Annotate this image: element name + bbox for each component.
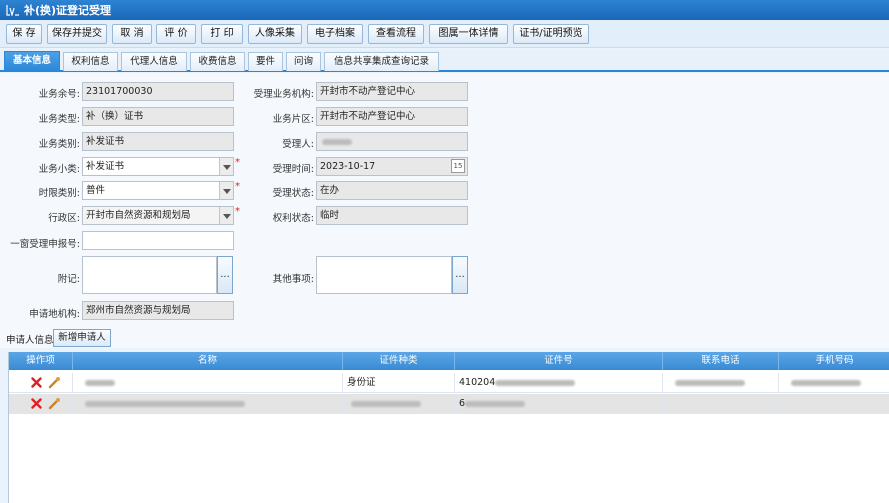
- applicant-table: 操作项 名称 证件种类 证件号 联系电话 手机号码 身份证 410204 6: [8, 352, 889, 503]
- chevron-down-icon[interactable]: [219, 158, 233, 175]
- onewindow-input[interactable]: [82, 231, 234, 250]
- col-name: 名称: [73, 352, 343, 370]
- tab-fee-info[interactable]: 收费信息: [190, 52, 245, 71]
- business-no-label: 业务余号:: [38, 89, 80, 100]
- edit-icon[interactable]: [48, 397, 61, 410]
- view-flow-button[interactable]: 查看流程: [368, 24, 424, 44]
- cert-no-prefix: 410204: [459, 377, 496, 388]
- col-actions: 操作项: [9, 352, 73, 370]
- tab-basic-info[interactable]: 基本信息: [4, 51, 60, 72]
- tab-documents[interactable]: 要件: [248, 52, 283, 71]
- evaluate-button[interactable]: 评 价: [156, 24, 196, 44]
- acceptor-field: [316, 132, 468, 151]
- tab-inquiry[interactable]: 问询: [286, 52, 321, 71]
- applicant-bar: 申请人信息 新增申请人: [0, 328, 889, 348]
- col-cert-type: 证件种类: [343, 352, 455, 370]
- other-items-more-button[interactable]: ...: [452, 256, 468, 294]
- add-applicant-button[interactable]: 新增申请人: [53, 329, 111, 347]
- cell-name: [73, 394, 343, 414]
- calendar-icon[interactable]: 15: [451, 159, 465, 173]
- delete-icon[interactable]: [31, 377, 42, 388]
- window-title: 补(换)证登记受理: [24, 4, 112, 17]
- accept-time-field[interactable]: 2023-10-17 15: [316, 157, 468, 176]
- right-status-field: 临时: [316, 206, 468, 225]
- other-items-label: 其他事项:: [272, 274, 314, 285]
- region-value: 开封市自然资源和规划局: [86, 210, 191, 221]
- required-mark: *: [235, 157, 240, 168]
- cert-preview-button[interactable]: 证书/证明预览: [513, 24, 589, 44]
- cell-mobile: [779, 394, 889, 414]
- region-select[interactable]: 开封市自然资源和规划局: [82, 206, 234, 225]
- toolbar: 保 存 保存并提交 取 消 评 价 打 印 人像采集 电子档案 查看流程 图属一…: [0, 20, 889, 48]
- cell-mobile: [779, 373, 889, 393]
- applicant-info-label: 申请人信息: [6, 335, 54, 346]
- cell-phone: [663, 373, 779, 393]
- time-limit-select[interactable]: 普件: [82, 181, 234, 200]
- title-bar: 补(换)证登记受理: [0, 0, 889, 20]
- business-category-field: 补发证书: [82, 132, 234, 151]
- business-subclass-value: 补发证书: [86, 161, 125, 172]
- apply-org-field: 郑州市自然资源与规划局: [82, 301, 234, 320]
- business-no-field: 23101700030: [82, 82, 234, 101]
- business-type-field: 补（换）证书: [82, 107, 234, 126]
- col-cert-no: 证件号: [455, 352, 663, 370]
- delete-icon[interactable]: [31, 398, 42, 409]
- acceptor-label: 受理人:: [282, 139, 314, 150]
- cell-cert-no: 6: [455, 394, 663, 414]
- table-row[interactable]: 身份证 410204: [9, 373, 889, 393]
- app-icon: [6, 5, 19, 16]
- remark-label: 附记:: [57, 274, 80, 285]
- business-area-field: 开封市不动产登记中心: [316, 107, 468, 126]
- save-submit-button[interactable]: 保存并提交: [47, 24, 107, 44]
- accept-org-field: 开封市不动产登记中心: [316, 82, 468, 101]
- cancel-button[interactable]: 取 消: [112, 24, 152, 44]
- chevron-down-icon[interactable]: [219, 182, 233, 199]
- tab-bar: 基本信息 权利信息 代理人信息 收费信息 要件 问询 信息共享集成查询记录: [0, 50, 889, 72]
- save-button[interactable]: 保 存: [6, 24, 42, 44]
- cell-cert-type: [343, 394, 455, 414]
- table-header: 操作项 名称 证件种类 证件号 联系电话 手机号码: [9, 352, 889, 370]
- onewindow-label: 一窗受理申报号:: [10, 239, 80, 250]
- cell-name: [73, 373, 343, 393]
- table-row[interactable]: 6: [9, 394, 889, 414]
- edit-icon[interactable]: [48, 376, 61, 389]
- tab-agent-info[interactable]: 代理人信息: [121, 52, 187, 71]
- remark-more-button[interactable]: ...: [217, 256, 233, 294]
- business-subclass-label: 业务小类:: [38, 164, 80, 175]
- right-status-label: 权利状态:: [272, 213, 314, 224]
- accept-time-label: 受理时间:: [272, 164, 314, 175]
- business-type-label: 业务类型:: [38, 114, 80, 125]
- col-mobile: 手机号码: [815, 355, 854, 366]
- accept-org-label: 受理业务机构:: [253, 89, 314, 100]
- print-button[interactable]: 打 印: [201, 24, 243, 44]
- accept-status-field: 在办: [316, 181, 468, 200]
- col-phone: 联系电话: [663, 352, 779, 370]
- remark-textarea[interactable]: [82, 256, 217, 294]
- region-label: 行政区:: [48, 213, 80, 224]
- cell-cert-no: 410204: [455, 373, 663, 393]
- business-area-label: 业务片区:: [272, 114, 314, 125]
- other-items-textarea[interactable]: [316, 256, 452, 294]
- cell-phone: [663, 394, 779, 414]
- portrait-capture-button[interactable]: 人像采集: [248, 24, 302, 44]
- tab-rights-info[interactable]: 权利信息: [63, 52, 118, 71]
- integrated-detail-button[interactable]: 图属一体详情: [429, 24, 508, 44]
- business-category-label: 业务类别:: [38, 139, 80, 150]
- time-limit-label: 时限类别:: [38, 188, 80, 199]
- required-mark: *: [235, 181, 240, 192]
- required-mark: *: [235, 206, 240, 217]
- row-actions: [9, 394, 73, 414]
- apply-org-label: 申请地机构:: [29, 309, 80, 320]
- business-subclass-select[interactable]: 补发证书: [82, 157, 234, 176]
- accept-status-label: 受理状态:: [272, 188, 314, 199]
- e-archive-button[interactable]: 电子档案: [307, 24, 363, 44]
- chevron-down-icon[interactable]: [219, 207, 233, 224]
- row-actions: [9, 373, 73, 393]
- basic-info-form: 业务余号: 23101700030 受理业务机构: 开封市不动产登记中心 业务类…: [0, 73, 889, 348]
- tab-share-query-records[interactable]: 信息共享集成查询记录: [324, 52, 439, 71]
- accept-time-value: 2023-10-17: [320, 161, 376, 172]
- cell-cert-type: 身份证: [343, 373, 455, 393]
- time-limit-value: 普件: [86, 185, 106, 196]
